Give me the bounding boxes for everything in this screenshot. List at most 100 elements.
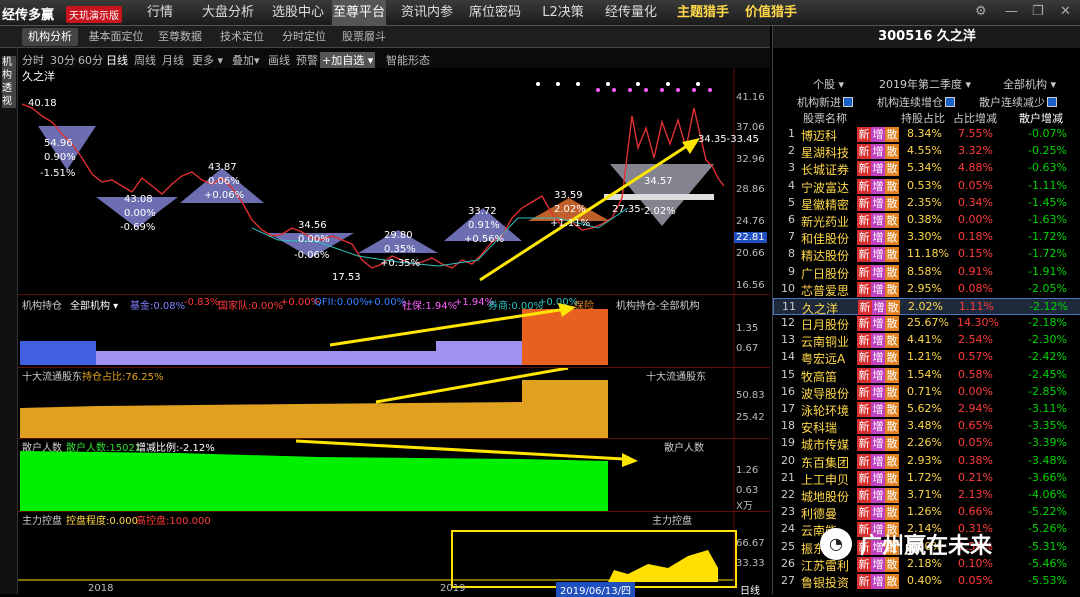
- row-stock-name[interactable]: 广日股份: [801, 265, 849, 282]
- row-stock-name[interactable]: 宁波富达: [801, 179, 849, 196]
- table-row[interactable]: 23 利德曼 新增散 1.26% 0.66% -5.22%: [773, 504, 1080, 521]
- table-row[interactable]: 14 粤宏远A 新增散 1.21% 0.57% -2.42%: [773, 349, 1080, 366]
- row-stock-name[interactable]: 波导股份: [801, 385, 849, 402]
- table-row[interactable]: 2 星湖科技 新增散 4.55% 3.32% -0.25%: [773, 143, 1080, 160]
- row-stock-name[interactable]: 鲁银投资: [801, 574, 849, 591]
- filter-inst-increase[interactable]: 机构连续增仓: [877, 94, 955, 110]
- table-row[interactable]: 9 广日股份 新增散 8.58% 0.91% -1.91%: [773, 264, 1080, 281]
- table-row[interactable]: 22 城地股份 新增散 3.71% 2.13% -4.06%: [773, 487, 1080, 504]
- row-rank: 13: [781, 333, 795, 347]
- col-retail-change[interactable]: 散户增减: [1019, 110, 1063, 126]
- tool-overlay[interactable]: 叠加▾: [232, 52, 260, 68]
- menu-quant[interactable]: 经传量化: [604, 0, 658, 26]
- table-row[interactable]: 20 东百集团 新增散 2.93% 0.38% -3.48%: [773, 453, 1080, 470]
- table-row[interactable]: 15 牧高笛 新增散 1.54% 0.58% -2.45%: [773, 367, 1080, 384]
- close-icon[interactable]: ✕: [1060, 4, 1071, 19]
- checkbox-icon[interactable]: [843, 97, 853, 107]
- row-stock-name[interactable]: 利德曼: [801, 505, 837, 522]
- add-watchlist-button[interactable]: +加自选 ▾: [320, 52, 376, 68]
- tool-60min[interactable]: 60分: [78, 52, 103, 68]
- tool-monthly[interactable]: 月线: [162, 52, 184, 68]
- row-stock-name[interactable]: 牧高笛: [801, 368, 837, 385]
- tool-weekly[interactable]: 周线: [134, 52, 156, 68]
- tab-stock-battle[interactable]: 股票層斗: [336, 28, 392, 46]
- table-row[interactable]: 16 波导股份 新增散 0.71% 0.00% -2.85%: [773, 384, 1080, 401]
- row-stock-name[interactable]: 东百集团: [801, 454, 849, 471]
- table-row[interactable]: 1 博迈科 新增散 8.34% 7.55% -0.07%: [773, 126, 1080, 143]
- menu-market[interactable]: 行情: [136, 0, 184, 26]
- row-stock-name[interactable]: 安科瑞: [801, 419, 837, 436]
- table-row[interactable]: 18 安科瑞 新增散 3.48% 0.65% -3.35%: [773, 418, 1080, 435]
- tab-premium-data[interactable]: 至尊数据: [152, 28, 208, 46]
- tool-more[interactable]: 更多 ▾: [192, 52, 223, 68]
- checkbox-icon[interactable]: [1047, 97, 1057, 107]
- filter-new-inst[interactable]: 机构新进: [797, 94, 853, 110]
- tab-inst-analysis[interactable]: 机构分析: [22, 28, 78, 46]
- inst-dropdown[interactable]: 全部机构 ▾: [1003, 76, 1056, 92]
- table-row[interactable]: 12 日月股份 新增散 25.67% 14.30% -2.18%: [773, 315, 1080, 332]
- checkbox-icon[interactable]: [945, 97, 955, 107]
- row-stock-name[interactable]: 泳轮环境: [801, 402, 849, 419]
- tool-intraday[interactable]: 分时: [22, 52, 44, 68]
- row-stock-name[interactable]: 云南铜业: [801, 333, 849, 350]
- menu-news[interactable]: 资讯内参: [400, 0, 454, 26]
- col-change[interactable]: 占比增减: [953, 110, 997, 126]
- tri2-pct: 0.00%: [124, 208, 156, 219]
- tool-draw[interactable]: 画线: [268, 52, 290, 68]
- tool-smart-pattern[interactable]: 智能形态: [386, 52, 430, 68]
- menu-seat-code[interactable]: 席位密码: [468, 0, 522, 26]
- tab-technical[interactable]: 技术定位: [214, 28, 270, 46]
- menu-theme-hunter[interactable]: 主题猎手: [670, 0, 736, 26]
- menu-premium-platform[interactable]: 至尊平台: [332, 0, 386, 26]
- tool-30min[interactable]: 30分: [50, 52, 75, 68]
- tool-alert[interactable]: 预警: [296, 52, 318, 68]
- row-stock-name[interactable]: 长城证券: [801, 161, 849, 178]
- maximize-icon[interactable]: ❐: [1032, 4, 1044, 19]
- table-row[interactable]: 27 鲁银投资 新增散 0.40% 0.05% -5.53%: [773, 573, 1080, 590]
- table-row[interactable]: 5 星徽精密 新增散 2.35% 0.34% -1.45%: [773, 195, 1080, 212]
- inst-perspective-tab[interactable]: 机构透视: [2, 56, 16, 108]
- row-stock-name[interactable]: 新光药业: [801, 213, 849, 230]
- row-holding: 0.40%: [907, 573, 942, 587]
- tag-badge: 新: [857, 127, 871, 142]
- quarter-dropdown[interactable]: 2019年第二季度 ▾: [879, 76, 971, 92]
- table-row[interactable]: 11 久之洋 新增散 2.02% 1.11% -2.12%: [773, 297, 1080, 316]
- table-row[interactable]: 6 新光药业 新增散 0.38% 0.00% -1.63%: [773, 212, 1080, 229]
- settings-icon[interactable]: ⚙: [975, 4, 987, 19]
- row-stock-name[interactable]: 博迈科: [801, 127, 837, 144]
- col-stock-name[interactable]: 股票名称: [803, 110, 847, 126]
- menu-market-analysis[interactable]: 大盘分析: [198, 0, 258, 26]
- row-stock-name[interactable]: 和佳股份: [801, 230, 849, 247]
- menu-value-hunter[interactable]: 价值猎手: [738, 0, 804, 26]
- tab-fundamental[interactable]: 基本面定位: [84, 28, 148, 46]
- row-stock-name[interactable]: 芯普爱思: [801, 282, 849, 299]
- row-stock-name[interactable]: 精达股份: [801, 247, 849, 264]
- table-row[interactable]: 10 芯普爱思 新增散 2.95% 0.08% -2.05%: [773, 281, 1080, 298]
- row-stock-name[interactable]: 城市传媒: [801, 436, 849, 453]
- menu-l2[interactable]: L2决策: [536, 0, 590, 26]
- row-stock-name[interactable]: 星湖科技: [801, 144, 849, 161]
- menu-stock-picking[interactable]: 选股中心: [268, 0, 328, 26]
- table-row[interactable]: 17 泳轮环境 新增散 5.62% 2.94% -3.11%: [773, 401, 1080, 418]
- table-row[interactable]: 3 长城证券 新增散 5.34% 4.88% -0.63%: [773, 160, 1080, 177]
- row-stock-name[interactable]: 上工申贝: [801, 471, 849, 488]
- row-holding: 11.18%: [907, 247, 949, 261]
- filter-retail-decrease[interactable]: 散户连续减少: [979, 94, 1057, 110]
- row-stock-name[interactable]: 粤宏远A: [801, 350, 845, 367]
- table-row[interactable]: 21 上工申贝 新增散 1.72% 0.21% -3.66%: [773, 470, 1080, 487]
- minimize-icon[interactable]: —: [1005, 4, 1018, 19]
- tool-daily[interactable]: 日线: [106, 52, 128, 68]
- table-row[interactable]: 8 精达股份 新增散 11.18% 0.15% -1.72%: [773, 246, 1080, 263]
- period-label[interactable]: 日线: [740, 582, 760, 597]
- scope-dropdown[interactable]: 个股 ▾: [813, 76, 844, 92]
- col-holding[interactable]: 持股占比: [901, 110, 945, 126]
- table-row[interactable]: 13 云南铜业 新增散 4.41% 2.54% -2.30%: [773, 332, 1080, 349]
- row-stock-name[interactable]: 日月股份: [801, 316, 849, 333]
- retail-unit: X万: [736, 501, 753, 512]
- table-row[interactable]: 4 宁波富达 新增散 0.53% 0.05% -1.11%: [773, 178, 1080, 195]
- row-stock-name[interactable]: 城地股份: [801, 488, 849, 505]
- table-row[interactable]: 7 和佳股份 新增散 3.30% 0.18% -1.72%: [773, 229, 1080, 246]
- row-stock-name[interactable]: 星徽精密: [801, 196, 849, 213]
- tab-intraday[interactable]: 分时定位: [276, 28, 332, 46]
- table-row[interactable]: 19 城市传媒 新增散 2.26% 0.05% -3.39%: [773, 435, 1080, 452]
